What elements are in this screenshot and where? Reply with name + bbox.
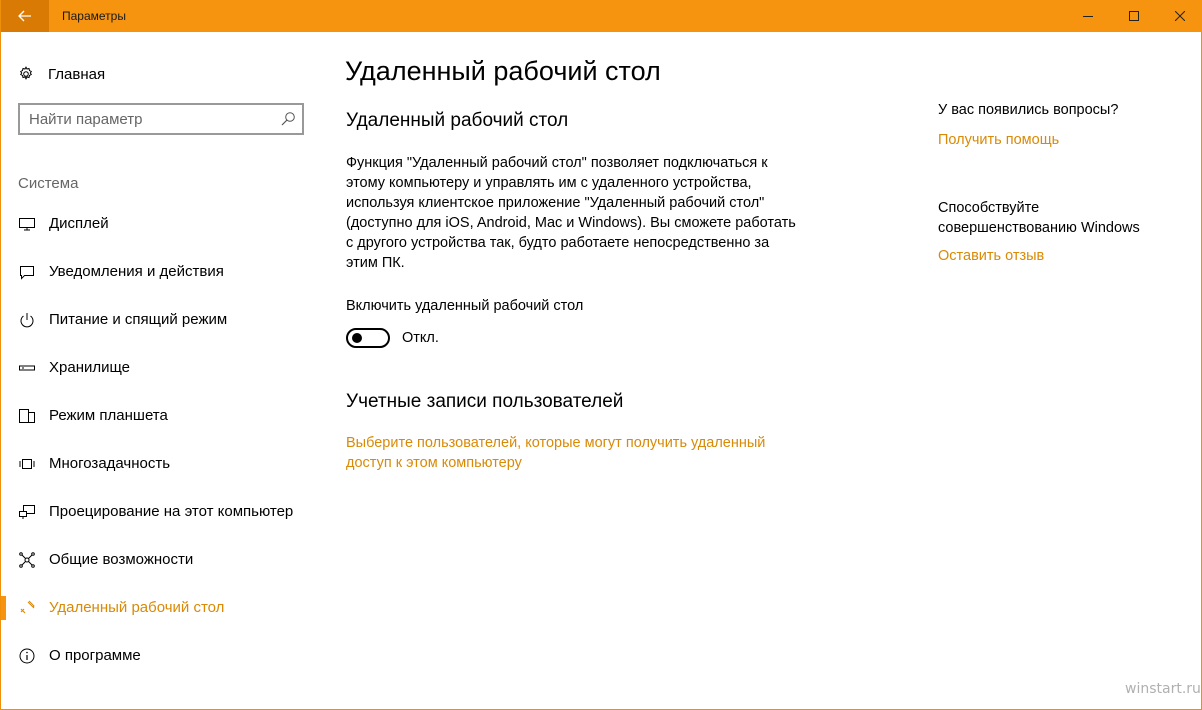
- remote-desktop-toggle[interactable]: [346, 328, 390, 348]
- feedback-link[interactable]: Оставить отзыв: [938, 246, 1044, 266]
- sidebar-item-label: Удаленный рабочий стол: [49, 599, 225, 616]
- close-button[interactable]: [1157, 0, 1202, 32]
- get-help-link[interactable]: Получить помощь: [938, 130, 1059, 150]
- minimize-icon: [1083, 16, 1093, 17]
- sidebar-section-title: Система: [18, 175, 79, 192]
- project-icon: [18, 503, 36, 521]
- sidebar-item-multitasking[interactable]: Многозадачность: [1, 440, 331, 488]
- sidebar-item-label: Питание и спящий режим: [49, 311, 228, 328]
- back-arrow-icon: [18, 10, 31, 22]
- close-icon: [1175, 11, 1185, 21]
- sidebar-item-label: Режим планшета: [49, 407, 168, 424]
- sidebar-item-notifications[interactable]: Уведомления и действия: [1, 248, 331, 296]
- sidebar-item-label: Хранилище: [49, 359, 130, 376]
- sidebar-item-storage[interactable]: Хранилище: [1, 344, 331, 392]
- sidebar-item-label: Многозадачность: [49, 455, 171, 472]
- active-indicator: [1, 596, 6, 620]
- sidebar-item-about[interactable]: О программе: [1, 632, 331, 680]
- window-title: Параметры: [62, 9, 126, 23]
- contribute-text: Способствуйте совершенствованию Windows: [938, 200, 1140, 236]
- description-text: Функция "Удаленный рабочий стол" позволя…: [346, 155, 796, 271]
- settings-window: Параметры Главная Система: [0, 0, 1202, 710]
- sidebar-home[interactable]: Главная: [18, 64, 105, 84]
- notifications-icon: [18, 263, 36, 281]
- sidebar-item-shared-experiences[interactable]: Общие возможности: [1, 536, 331, 584]
- sidebar-item-display[interactable]: Дисплей: [1, 200, 331, 248]
- shared-experiences-icon: [18, 551, 36, 569]
- toggle-state-text: Откл.: [402, 330, 439, 346]
- toggle-knob: [352, 333, 362, 343]
- sidebar: Главная Система Дисплей Уведомления и де…: [1, 32, 331, 710]
- power-icon: [18, 311, 36, 329]
- about-icon: [18, 647, 36, 665]
- sidebar-item-label: О программе: [49, 647, 141, 664]
- sidebar-item-label: Общие возможности: [49, 551, 194, 568]
- title-bar: Параметры: [1, 0, 1202, 32]
- search-input[interactable]: [29, 105, 269, 133]
- page-title: Удаленный рабочий стол: [345, 56, 661, 86]
- gear-icon: [19, 66, 33, 80]
- toggle-label: Включить удаленный рабочий стол: [346, 298, 584, 314]
- search-box[interactable]: [18, 103, 304, 135]
- sidebar-home-label: Главная: [48, 65, 106, 83]
- storage-icon: [18, 359, 36, 377]
- sidebar-item-power[interactable]: Питание и спящий режим: [1, 296, 331, 344]
- multitasking-icon: [18, 455, 36, 473]
- monitor-icon: [18, 215, 36, 233]
- minimize-button[interactable]: [1065, 0, 1111, 32]
- maximize-icon: [1129, 11, 1139, 21]
- sidebar-item-label: Проецирование на этот компьютер: [49, 503, 294, 520]
- maximize-button[interactable]: [1111, 0, 1157, 32]
- back-button[interactable]: [1, 0, 49, 32]
- accounts-title: Учетные записи пользователей: [346, 391, 624, 412]
- sidebar-item-remote-desktop[interactable]: Удаленный рабочий стол: [1, 584, 331, 632]
- section-title: Удаленный рабочий стол: [346, 110, 569, 131]
- select-users-link[interactable]: Выберите пользователей, которые могут по…: [346, 433, 796, 473]
- questions-heading: У вас появились вопросы?: [938, 102, 1119, 118]
- tablet-mode-icon: [18, 407, 36, 425]
- sidebar-item-project[interactable]: Проецирование на этот компьютер: [1, 488, 331, 536]
- sidebar-item-label: Дисплей: [49, 215, 109, 232]
- remote-desktop-icon: [18, 599, 36, 617]
- search-icon[interactable]: [280, 111, 296, 127]
- watermark: winstart.ru: [1125, 681, 1201, 697]
- sidebar-item-label: Уведомления и действия: [49, 263, 224, 280]
- sidebar-item-tablet-mode[interactable]: Режим планшета: [1, 392, 331, 440]
